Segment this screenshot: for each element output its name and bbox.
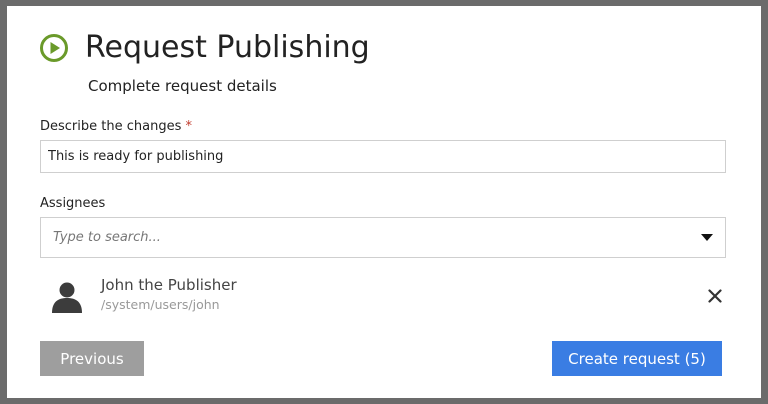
required-marker: *	[185, 119, 193, 134]
previous-button[interactable]: Previous	[40, 341, 144, 376]
dialog-header: Request Publishing	[39, 28, 370, 68]
assignee-search-combobox[interactable]	[40, 217, 726, 258]
description-label: Describe the changes *	[40, 119, 192, 134]
remove-assignee-button[interactable]	[704, 285, 726, 307]
close-icon[interactable]	[708, 289, 722, 303]
description-label-text: Describe the changes	[40, 119, 182, 134]
play-circle-icon	[39, 33, 69, 63]
create-request-button[interactable]: Create request (5)	[552, 341, 722, 376]
caret-down-icon[interactable]	[701, 234, 713, 241]
assignee-search-input[interactable]	[53, 230, 701, 245]
assignee-name: John the Publisher	[101, 276, 237, 294]
dialog-subtitle: Complete request details	[88, 77, 277, 95]
description-input[interactable]	[40, 140, 726, 173]
user-silhouette-icon	[50, 279, 84, 313]
dialog-title: Request Publishing	[85, 30, 370, 65]
assignee-path: /system/users/john	[101, 297, 220, 312]
assignee-list-item: John the Publisher /system/users/john	[50, 274, 726, 318]
request-publishing-dialog: Request Publishing Complete request deta…	[7, 6, 761, 398]
assignees-label: Assignees	[40, 196, 106, 211]
